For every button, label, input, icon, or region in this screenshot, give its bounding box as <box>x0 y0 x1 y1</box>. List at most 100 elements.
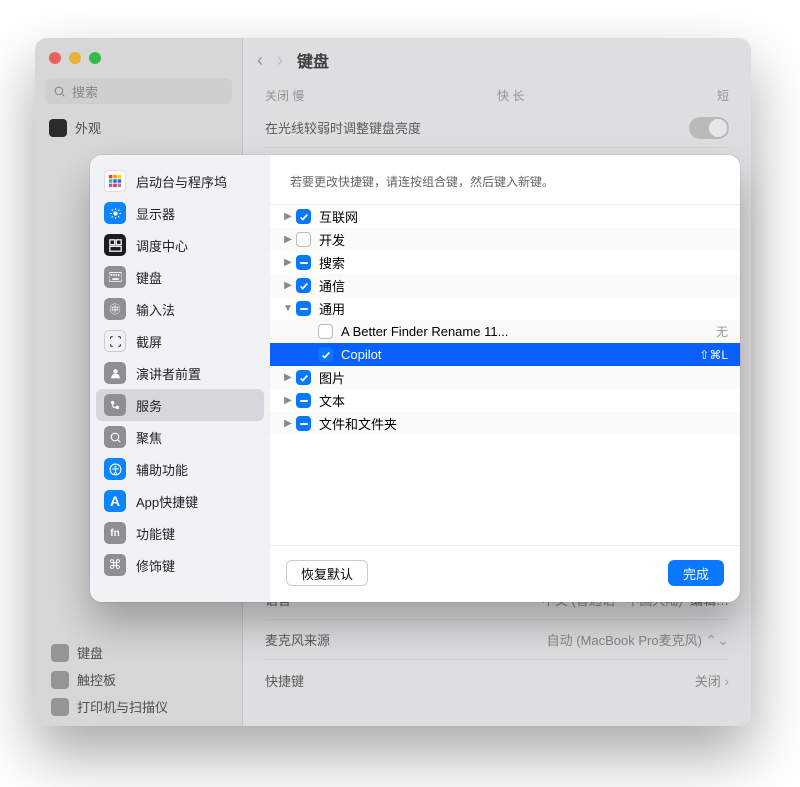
tree-label: 搜索 <box>319 253 720 272</box>
disclosure-triangle[interactable]: ▶ <box>280 257 296 268</box>
checkbox[interactable] <box>296 209 311 224</box>
mic-select[interactable]: 自动 (MacBook Pro麦克风) ⌃⌄ <box>547 630 729 649</box>
mod-icon: ⌘ <box>104 554 126 576</box>
checkbox[interactable] <box>296 232 311 247</box>
menu-item-serv[interactable]: 服务 <box>96 389 264 421</box>
printer-icon <box>51 698 69 716</box>
shortcut-label[interactable]: 无 <box>708 323 728 340</box>
disclosure-triangle[interactable]: ▶ <box>280 372 296 383</box>
minimize-window-button[interactable] <box>69 52 81 64</box>
disclosure-triangle[interactable]: ▶ <box>280 280 296 291</box>
traffic-lights <box>35 50 242 78</box>
tree-row[interactable]: ▶通信 <box>270 274 740 297</box>
menu-item-app[interactable]: A App快捷键 <box>96 485 264 517</box>
mic-value: 自动 (MacBook Pro麦克风) <box>547 633 702 648</box>
disp-icon <box>104 202 126 224</box>
mic-label: 麦克风来源 <box>265 630 330 649</box>
zoom-window-button[interactable] <box>89 52 101 64</box>
launch-icon <box>104 170 126 192</box>
done-button[interactable]: 完成 <box>668 560 724 586</box>
menu-item-label: 输入法 <box>136 300 175 319</box>
reset-defaults-button[interactable]: 恢复默认 <box>286 560 368 586</box>
menu-item-focus[interactable]: 聚焦 <box>96 421 264 453</box>
disclosure-triangle[interactable]: ▶ <box>280 395 296 406</box>
sidebar-item-printers[interactable]: 打印机与扫描仪 <box>45 693 235 720</box>
mc-icon <box>104 234 126 256</box>
appearance-icon <box>49 119 67 137</box>
tree-row[interactable]: ▶图片 <box>270 366 740 389</box>
menu-item-label: 服务 <box>136 396 162 415</box>
checkbox[interactable] <box>296 393 311 408</box>
menu-item-pres[interactable]: 演讲者前置 <box>96 357 264 389</box>
tree-row[interactable]: ▶ 开发 <box>270 228 740 251</box>
shortcut-row-button[interactable]: 关闭 › <box>695 671 729 690</box>
screen-icon <box>104 330 126 352</box>
tree-label: 文本 <box>319 391 720 410</box>
checkbox[interactable] <box>296 278 311 293</box>
shortcut-label[interactable]: ⇧⌘L <box>691 348 728 362</box>
menu-item-label: 启动台与程序坞 <box>136 172 227 191</box>
dim-toggle[interactable] <box>689 117 729 139</box>
sidebar-item-label: 键盘 <box>77 643 103 662</box>
sidebar-item-trackpad[interactable]: 触控板 <box>45 666 235 693</box>
tree-row[interactable]: Copilot⇧⌘L <box>270 343 740 366</box>
checkbox[interactable] <box>318 324 333 339</box>
checkbox[interactable] <box>296 301 311 316</box>
menu-item-acc[interactable]: 辅助功能 <box>96 453 264 485</box>
menu-item-label: 功能键 <box>136 524 175 543</box>
kb-icon <box>104 266 126 288</box>
checkbox[interactable] <box>318 347 333 362</box>
tree-row[interactable]: ▶ 文本 <box>270 389 740 412</box>
tree-label: 通用 <box>319 299 720 318</box>
tree-row[interactable]: ▼ 通用 <box>270 297 740 320</box>
popup-icon: ⌃⌄ <box>706 632 729 648</box>
search-icon <box>53 85 66 98</box>
header: ‹ › 键盘 <box>243 38 751 82</box>
search-placeholder: 搜索 <box>72 82 98 101</box>
services-tree: ▶互联网▶开发▶搜索▶通信▼通用A Better Finder Rename 1… <box>270 204 740 545</box>
tree-label: 开发 <box>319 230 720 249</box>
tree-label: A Better Finder Rename 11... <box>341 324 708 339</box>
menu-item-mod[interactable]: ⌘修饰键 <box>96 549 264 581</box>
app-icon: A <box>104 490 126 512</box>
menu-item-label: 演讲者前置 <box>136 364 201 383</box>
slider-label-left: 关闭 慢 <box>265 87 304 104</box>
slider-label-mid: 快 长 <box>497 87 524 104</box>
menu-item-screen[interactable]: 截屏 <box>96 325 264 357</box>
disclosure-triangle[interactable]: ▶ <box>280 211 296 222</box>
page-title: 键盘 <box>297 48 329 72</box>
disclosure-triangle[interactable]: ▼ <box>280 303 296 314</box>
tree-row[interactable]: ▶文件和文件夹 <box>270 412 740 435</box>
input-icon: ㊥ <box>104 298 126 320</box>
tree-row[interactable]: ▶互联网 <box>270 205 740 228</box>
menu-item-launch[interactable]: 启动台与程序坞 <box>96 165 264 197</box>
checkbox[interactable] <box>296 416 311 431</box>
menu-item-label: App快捷键 <box>136 492 198 511</box>
sidebar-item[interactable]: 外观 <box>43 114 234 141</box>
focus-icon <box>104 426 126 448</box>
tree-label: Copilot <box>341 347 691 362</box>
search-input[interactable]: 搜索 <box>45 78 232 104</box>
disclosure-triangle[interactable]: ▶ <box>280 234 296 245</box>
sidebar-item-label: 打印机与扫描仪 <box>77 697 168 716</box>
checkbox[interactable] <box>296 370 311 385</box>
close-window-button[interactable] <box>49 52 61 64</box>
menu-item-label: 辅助功能 <box>136 460 188 479</box>
menu-item-mc[interactable]: 调度中心 <box>96 229 264 261</box>
forward-button[interactable]: › <box>277 50 283 71</box>
menu-item-label: 调度中心 <box>136 236 188 255</box>
menu-item-disp[interactable]: 显示器 <box>96 197 264 229</box>
menu-item-input[interactable]: ㊥输入法 <box>96 293 264 325</box>
checkbox[interactable] <box>296 255 311 270</box>
menu-item-kb[interactable]: 键盘 <box>96 261 264 293</box>
back-button[interactable]: ‹ <box>257 50 263 71</box>
sheet-sidebar: 启动台与程序坞显示器调度中心键盘㊥输入法截屏演讲者前置服务聚焦辅助功能AApp快… <box>90 155 270 602</box>
tree-row[interactable]: A Better Finder Rename 11...无 <box>270 320 740 343</box>
disclosure-triangle[interactable]: ▶ <box>280 418 296 429</box>
keyboard-icon <box>51 644 69 662</box>
tree-row[interactable]: ▶ 搜索 <box>270 251 740 274</box>
chevron-right-icon: › <box>724 673 729 689</box>
menu-item-label: 键盘 <box>136 268 162 287</box>
menu-item-fn[interactable]: fn功能键 <box>96 517 264 549</box>
sidebar-item-keyboard[interactable]: 键盘 <box>45 639 235 666</box>
